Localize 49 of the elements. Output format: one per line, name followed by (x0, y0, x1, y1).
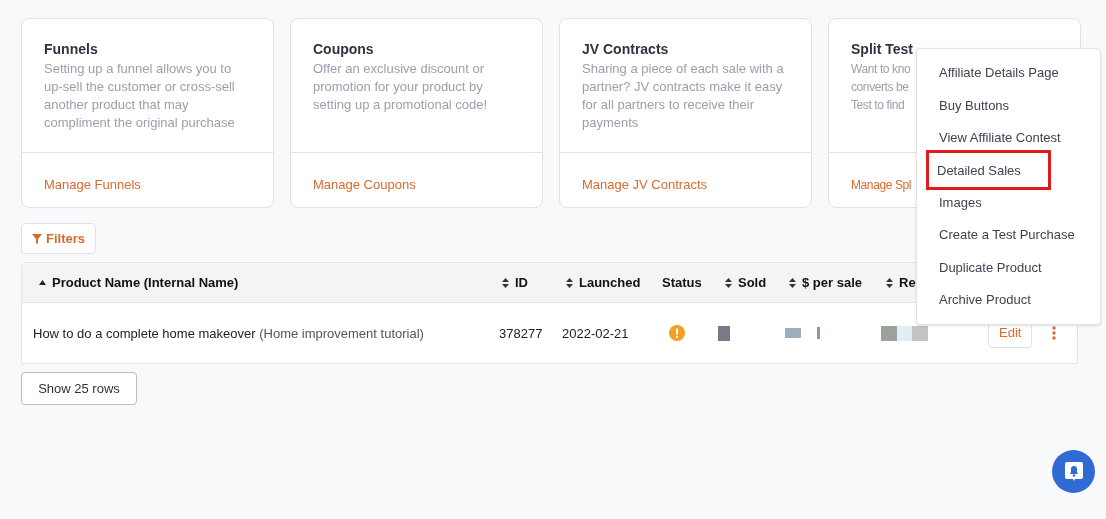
sort-icon (886, 277, 893, 288)
menu-item[interactable]: Archive Product (929, 290, 1031, 310)
redacted-block (881, 325, 897, 341)
card-description: converts be (851, 79, 909, 96)
sort-icon (789, 277, 796, 288)
column-header[interactable]: ID (502, 272, 528, 293)
show-rows-button[interactable]: Show 25 rows (21, 372, 137, 405)
card-description: Setting up a funnel allows you to up-sell the customer or cross-sell another product that may compliment the original purchase (44, 60, 236, 132)
more-options-icon[interactable] (1052, 326, 1057, 340)
card-title: Coupons (313, 40, 375, 59)
redacted-block (897, 325, 912, 341)
sort-icon (566, 277, 573, 288)
redacted-block (718, 325, 730, 341)
card-title: Split Test (851, 40, 914, 59)
menu-item[interactable]: Images (929, 193, 982, 213)
sort-ascending-icon (39, 280, 46, 285)
redacted-block (912, 325, 928, 341)
sort-icon (502, 277, 509, 288)
menu-item[interactable]: Buy Buttons (929, 95, 1010, 116)
table-cell: 378277 (499, 326, 543, 341)
table-cell: 2022-02-21 (562, 326, 629, 341)
filter-icon (32, 233, 42, 244)
menu-item[interactable]: View Affiliate Contest (929, 128, 1061, 148)
redacted-block (817, 327, 820, 339)
column-header[interactable]: Launched (566, 272, 641, 293)
notifications-button[interactable] (1052, 450, 1095, 493)
column-header[interactable]: Product Name (Internal Name) (39, 272, 239, 293)
column-header[interactable]: Re (886, 272, 916, 293)
manage-link[interactable]: Manage JV Contracts (582, 177, 707, 192)
card-description: Sharing a piece of each sale with a partner? JV contracts make it easy for all partners to receive their payments (582, 60, 784, 132)
menu-item[interactable]: Affiliate Details Page (929, 63, 1059, 83)
column-header[interactable]: Status (662, 272, 702, 293)
card-description: Test to find (851, 97, 905, 114)
bell-icon (1064, 461, 1083, 482)
sort-icon (725, 277, 732, 288)
menu-item[interactable]: Create a Test Purchase (929, 225, 1075, 245)
card-description: Offer an exclusive discount or promotion for your product by setting up a promotional code! (313, 60, 489, 114)
menu-item[interactable]: Detailed Sales (926, 150, 1051, 191)
column-header[interactable]: $ per sale (789, 272, 862, 293)
manage-link[interactable]: Manage Coupons (313, 177, 416, 192)
card-title: Funnels (44, 40, 99, 59)
product-name: How to do a complete home makeover (Home improvement tutorial) (33, 326, 424, 341)
redacted-block (785, 328, 801, 338)
manage-link[interactable]: Manage Spl (851, 178, 912, 192)
manage-link[interactable]: Manage Funnels (44, 177, 141, 192)
card-title: JV Contracts (582, 40, 670, 59)
column-header[interactable]: Sold (725, 272, 767, 293)
menu-item[interactable]: Duplicate Product (929, 257, 1042, 278)
card-description: Want to kno (851, 61, 911, 78)
